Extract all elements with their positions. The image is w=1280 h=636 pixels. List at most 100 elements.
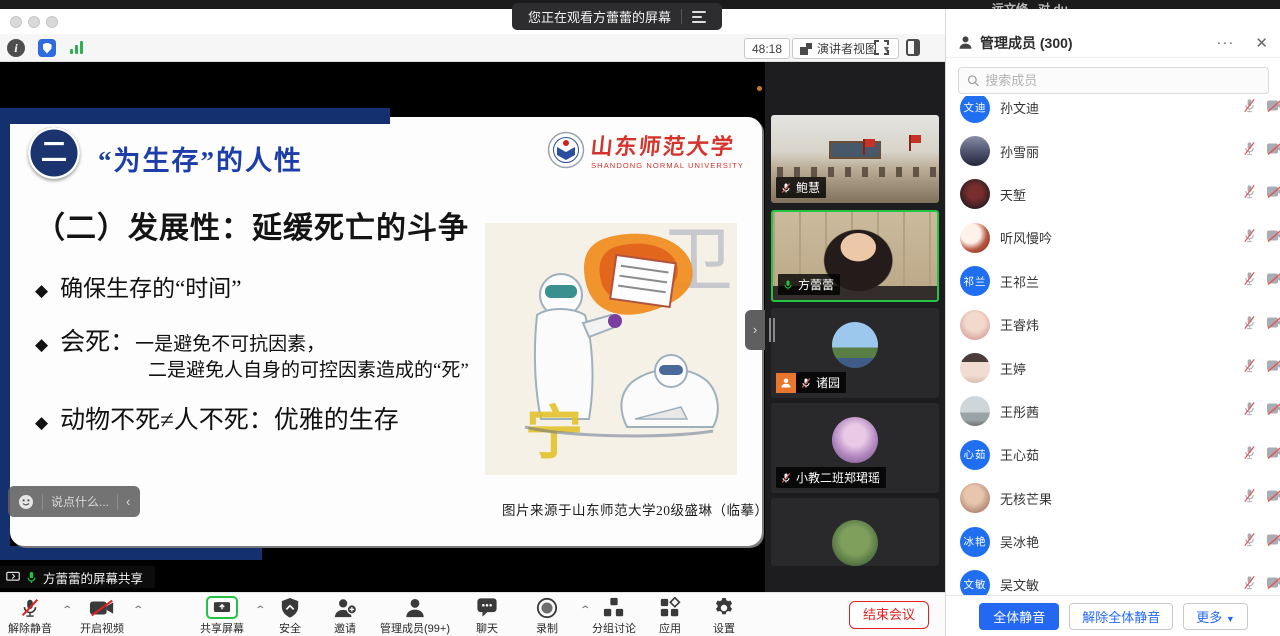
video-tile[interactable]: 小教二班郑珺瑶 [771, 403, 939, 493]
quick-chat-bubble[interactable]: 说点什么... ‹ [8, 486, 140, 517]
mic-muted-icon[interactable] [1242, 574, 1257, 595]
thumbnails-drag-handle[interactable] [769, 318, 775, 342]
participant-row[interactable]: 王睿炜 [946, 303, 1280, 346]
side-panel-toggle-button[interactable] [906, 39, 920, 56]
camera-off-icon[interactable] [1266, 489, 1280, 508]
camera-off-icon[interactable] [1266, 402, 1280, 421]
video-tile-active-speaker[interactable]: 方蕾蕾 [771, 210, 939, 302]
mic-muted-icon[interactable] [1242, 314, 1257, 335]
camera-off-icon[interactable] [1266, 359, 1280, 378]
mic-muted-icon[interactable] [1242, 184, 1257, 205]
share-screen-icon [206, 596, 238, 619]
search-box[interactable] [958, 67, 1269, 94]
university-name-en: SHANDONG NORMAL UNIVERSITY [591, 161, 744, 170]
participant-row[interactable]: 王彤茜 [946, 390, 1280, 433]
participant-name: 王彤茜 [1000, 402, 1267, 421]
record-icon [536, 596, 558, 619]
participant-name: 吴文敏 [1000, 575, 1267, 594]
participant-row[interactable]: 王婷 [946, 346, 1280, 389]
video-tile-partial[interactable] [771, 498, 939, 566]
camera-off-icon[interactable] [1266, 228, 1280, 247]
avatar [960, 483, 990, 513]
start-video-button[interactable]: 开启视频 [66, 596, 138, 636]
meeting-info-icon[interactable]: i [7, 39, 25, 57]
participant-name-chip: 方蕾蕾 [778, 274, 840, 295]
slide-left-stripe [0, 124, 10, 546]
participant-row[interactable]: 文迪 孙文迪 [946, 96, 1280, 129]
mic-muted-icon [780, 472, 792, 484]
slide-bottom-band [0, 546, 262, 560]
shield-icon [280, 596, 300, 619]
camera-off-icon[interactable] [1266, 142, 1280, 161]
record-button[interactable]: 录制 [511, 596, 583, 636]
more-options-icon[interactable]: ··· [1216, 34, 1234, 51]
avatar [960, 179, 990, 209]
collapse-chevron-icon[interactable]: ‹ [126, 494, 130, 509]
settings-button[interactable]: 设置 [688, 596, 760, 636]
slide-heading: （二）发展性：延缓死亡的斗争 [35, 203, 469, 247]
participants-footer: 全体静音 解除全体静音 更多 ▼ [946, 595, 1280, 636]
camera-off-icon[interactable] [1266, 315, 1280, 334]
mic-muted-icon [800, 377, 812, 389]
avatar [832, 322, 878, 368]
end-meeting-button[interactable]: 结束会议 [849, 601, 929, 629]
mic-muted-icon[interactable] [1242, 358, 1257, 379]
watercolor-illustration: 卫 宁 [485, 223, 737, 475]
video-tile[interactable]: 鲍慧 [771, 115, 939, 203]
mic-muted-icon[interactable] [1242, 488, 1257, 509]
camera-off-icon[interactable] [1266, 532, 1280, 551]
smiley-icon [18, 494, 34, 510]
encryption-shield-icon[interactable] [38, 39, 56, 57]
camera-off-icon[interactable] [1266, 445, 1280, 464]
participant-row[interactable]: 冰艳 吴冰艳 [946, 520, 1280, 563]
participant-row[interactable]: 祁兰 王祁兰 [946, 260, 1280, 303]
banner-menu-icon[interactable] [692, 11, 722, 23]
participant-row[interactable]: 天堑 [946, 173, 1280, 216]
mute-all-button[interactable]: 全体静音 [979, 603, 1059, 630]
participant-row[interactable]: 心茹 王心茹 [946, 433, 1280, 476]
meeting-window: 远文修...对.du 您正在观看方蕾蕾的屏幕 i 48:18 演讲者视图 ▼ [0, 0, 1280, 636]
collapse-thumbnails-tab[interactable]: › [745, 310, 765, 350]
participant-name: 孙雪丽 [1000, 142, 1267, 161]
divider [117, 494, 118, 510]
more-button[interactable]: 更多 ▼ [1183, 603, 1248, 630]
manage-participants-button[interactable]: 管理成员(99+) [379, 596, 451, 636]
mic-muted-icon[interactable] [1242, 97, 1257, 118]
mic-muted-icon[interactable] [1242, 271, 1257, 292]
participant-row[interactable]: 听风慢吟 [946, 216, 1280, 259]
camera-off-icon[interactable] [1266, 185, 1280, 204]
slide-bullet-3: ◆动物不死≠人不死：优雅的生存 [35, 400, 399, 436]
mic-muted-icon[interactable] [1242, 531, 1257, 552]
unmute-button[interactable]: 解除静音 [0, 596, 66, 636]
viewing-screen-banner: 您正在观看方蕾蕾的屏幕 [512, 3, 722, 30]
mic-muted-icon[interactable] [1242, 141, 1257, 162]
camera-off-icon [89, 596, 115, 619]
unmute-all-button[interactable]: 解除全体静音 [1069, 603, 1173, 630]
fullscreen-button[interactable] [874, 40, 889, 55]
participant-row[interactable]: 文敏 吴文敏 [946, 563, 1280, 595]
video-options-chevron[interactable]: ⌃ [132, 605, 144, 616]
participant-name: 吴冰艳 [1000, 532, 1267, 551]
invite-button[interactable]: 邀请 [309, 596, 381, 636]
avatar: 心茹 [960, 440, 990, 470]
chat-placeholder[interactable]: 说点什么... [51, 493, 109, 510]
caret-down-icon: ▼ [1226, 614, 1235, 624]
close-icon[interactable]: ✕ [1255, 34, 1268, 52]
camera-off-icon[interactable] [1266, 575, 1280, 594]
section-number-badge: 二 [28, 127, 80, 179]
camera-off-icon[interactable] [1266, 272, 1280, 291]
participant-row[interactable]: 无核芒果 [946, 477, 1280, 520]
camera-off-icon[interactable] [1266, 98, 1280, 117]
window-close-dot[interactable] [10, 16, 22, 28]
meeting-info-bar: i 48:18 演讲者视图 ▼ [0, 34, 945, 62]
search-members-input[interactable] [985, 73, 1260, 88]
mic-muted-icon[interactable] [1242, 401, 1257, 422]
window-minimize-dot[interactable] [28, 16, 40, 28]
video-tile[interactable]: 诸园 [771, 308, 939, 398]
window-zoom-dot[interactable] [46, 16, 58, 28]
mic-muted-icon [780, 182, 792, 194]
participant-row[interactable]: 孙雪丽 [946, 129, 1280, 172]
mic-muted-icon[interactable] [1242, 444, 1257, 465]
share-screen-button[interactable]: 共享屏幕 [186, 596, 258, 636]
mic-muted-icon[interactable] [1242, 227, 1257, 248]
